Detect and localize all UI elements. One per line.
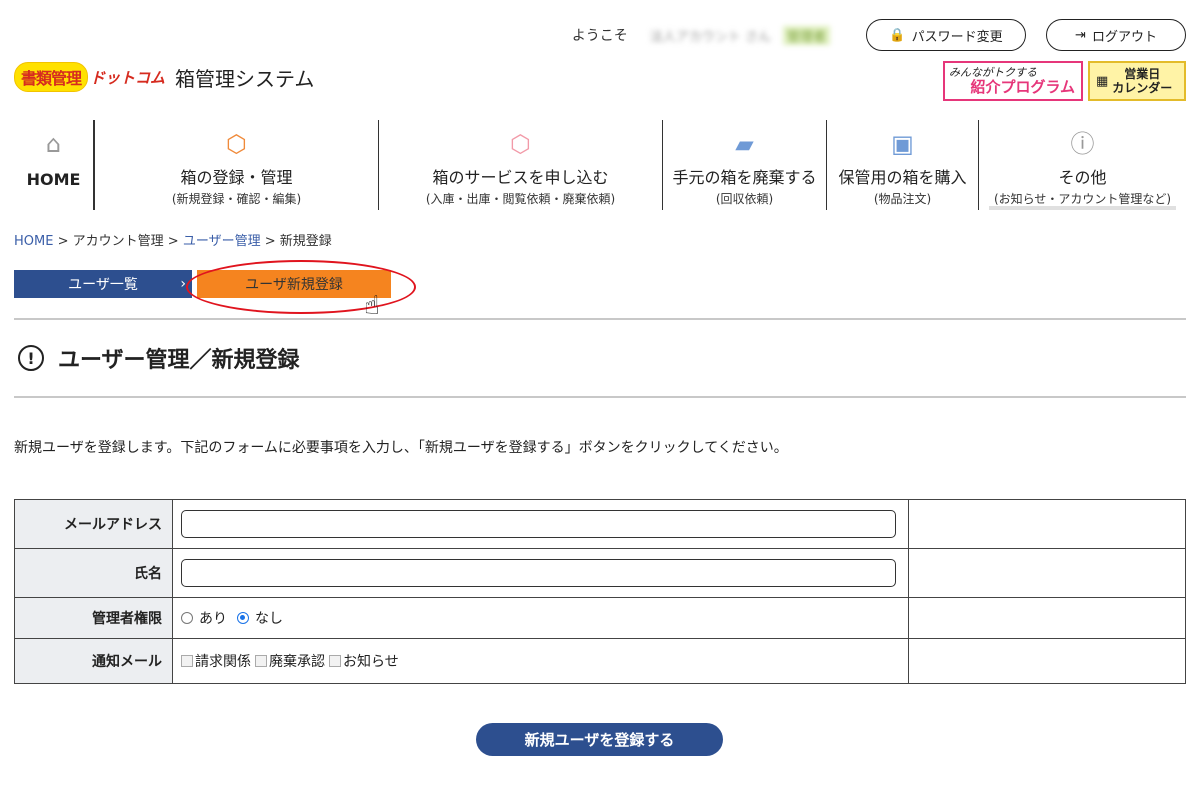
nav-item-title: 箱のサービスを申し込む bbox=[432, 168, 609, 187]
notify-check-group: 請求関係 廃棄承認 お知らせ bbox=[181, 651, 908, 671]
nav-item-title: その他 bbox=[1058, 168, 1107, 187]
breadcrumb-account: アカウント管理 bbox=[72, 234, 164, 249]
lock-icon: 🔒 bbox=[889, 27, 906, 43]
logo-dotcom: ドットコム bbox=[90, 68, 166, 87]
chevron-right-icon: › bbox=[180, 276, 186, 292]
tab-user-list[interactable]: ユーザ一覧 › bbox=[14, 270, 192, 298]
nav-other[interactable]: ⓘ その他 (お知らせ・アカウント管理など) bbox=[978, 120, 1186, 210]
breadcrumb-separator: > bbox=[167, 234, 179, 249]
site-logo[interactable]: 書類管理 ドットコム 箱管理システム bbox=[14, 62, 314, 92]
notify-disposal-label[interactable]: 廃棄承認 bbox=[269, 651, 325, 671]
notify-billing-checkbox[interactable] bbox=[181, 655, 193, 667]
page-title-text: ユーザー管理／新規登録 bbox=[58, 348, 300, 373]
nav-item-title: 保管用の箱を購入 bbox=[838, 168, 967, 187]
nav-box-service[interactable]: ⬡ 箱のサービスを申し込む (入庫・出庫・閲覧依頼・廃棄依頼) bbox=[378, 120, 662, 210]
email-field[interactable] bbox=[181, 510, 896, 538]
notify-news-label[interactable]: お知らせ bbox=[343, 651, 399, 671]
nav-home[interactable]: ⌂ HOME bbox=[14, 120, 94, 210]
notify-news-checkbox[interactable] bbox=[329, 655, 341, 667]
password-change-button[interactable]: 🔒 パスワード変更 bbox=[866, 19, 1026, 51]
global-nav: ⌂ HOME ⬡ 箱の登録・管理 (新規登録・確認・編集) ⬡ 箱のサービスを申… bbox=[14, 120, 1186, 210]
admin-yes-label[interactable]: あり bbox=[199, 608, 227, 628]
page-description: 新規ユーザを登録します。下記のフォームに必要事項を入力し、「新規ユーザを登録する… bbox=[14, 440, 788, 456]
logo-mark: 書類管理 bbox=[14, 62, 89, 92]
nav-item-sub: (物品注文) bbox=[873, 192, 932, 206]
nav-home-label: HOME bbox=[26, 170, 81, 189]
breadcrumb-home[interactable]: HOME bbox=[14, 234, 53, 249]
pointer-hand-icon: ☝ bbox=[364, 291, 380, 321]
role-badge: 管理者 bbox=[782, 25, 830, 45]
breadcrumb: HOME > アカウント管理 > ユーザー管理 > 新規登録 bbox=[14, 230, 332, 249]
admin-yes-radio[interactable] bbox=[181, 612, 193, 624]
nav-item-title: 箱の登録・管理 bbox=[180, 168, 293, 187]
tab-user-list-label: ユーザ一覧 bbox=[68, 277, 138, 293]
nav-item-sub: (新規登録・確認・編集) bbox=[171, 192, 302, 206]
divider bbox=[14, 318, 1186, 320]
system-name: 箱管理システム bbox=[175, 66, 315, 91]
logout-icon: ⇥ bbox=[1075, 27, 1086, 43]
divider bbox=[14, 396, 1186, 398]
logout-label: ログアウト bbox=[1091, 29, 1157, 45]
calendar-line2: カレンダー bbox=[1112, 81, 1173, 95]
nav-item-sub: (入庫・出庫・閲覧依頼・廃棄依頼) bbox=[425, 192, 616, 206]
admin-label: 管理者権限 bbox=[14, 597, 173, 639]
notify-disposal-checkbox[interactable] bbox=[255, 655, 267, 667]
account-name: 法人アカウント さん bbox=[649, 29, 771, 45]
nav-item-sub: (お知らせ・アカウント管理など) bbox=[993, 192, 1172, 206]
register-user-button[interactable]: 新規ユーザを登録する bbox=[476, 723, 723, 756]
nav-box-disposal[interactable]: ▰ 手元の箱を廃棄する (回収依頼) bbox=[662, 120, 826, 210]
name-field[interactable] bbox=[181, 559, 896, 587]
info-icon: ⓘ bbox=[1070, 130, 1095, 158]
user-registration-form: メールアドレス 氏名 管理者権限 あり なし 通知メール 請求関係 廃棄承認 お… bbox=[14, 499, 1186, 684]
form-row-notify: 通知メール 請求関係 廃棄承認 お知らせ bbox=[14, 638, 1186, 684]
name-label: 氏名 bbox=[14, 548, 173, 598]
home-icon: ⌂ bbox=[45, 130, 62, 158]
breadcrumb-current: 新規登録 bbox=[279, 234, 332, 249]
welcome-text: ようこそ bbox=[571, 28, 628, 44]
admin-no-label[interactable]: なし bbox=[255, 608, 283, 628]
form-row-name: 氏名 bbox=[14, 548, 1186, 598]
header-account-bar: ようこそ 法人アカウント さん 管理者 🔒 パスワード変更 ⇥ ログアウト bbox=[572, 18, 1186, 52]
nav-box-management[interactable]: ⬡ 箱の登録・管理 (新規登録・確認・編集) bbox=[94, 120, 378, 210]
admin-no-radio[interactable] bbox=[237, 612, 249, 624]
logout-button[interactable]: ⇥ ログアウト bbox=[1046, 19, 1186, 51]
box-service-icon: ⬡ bbox=[510, 130, 531, 158]
highlight-circle bbox=[186, 260, 416, 314]
email-label: メールアドレス bbox=[14, 499, 173, 549]
truck-icon: ▰ bbox=[735, 130, 754, 158]
breadcrumb-separator: > bbox=[264, 234, 276, 249]
promo-big-text: 紹介プログラム bbox=[970, 78, 1075, 96]
nav-item-sub: (回収依頼) bbox=[715, 192, 774, 206]
admin-radio-group: あり なし bbox=[181, 608, 908, 628]
password-change-label: パスワード変更 bbox=[911, 29, 1003, 45]
notify-billing-label[interactable]: 請求関係 bbox=[195, 651, 251, 671]
business-calendar-button[interactable]: ▦ 営業日 カレンダー bbox=[1088, 61, 1186, 101]
calendar-line1: 営業日 bbox=[1124, 67, 1161, 81]
form-row-email: メールアドレス bbox=[14, 499, 1186, 549]
referral-program-banner[interactable]: みんながトクする 紹介プログラム bbox=[943, 61, 1083, 101]
page-title: ! ユーザー管理／新規登録 bbox=[18, 342, 300, 374]
breadcrumb-separator: > bbox=[57, 234, 69, 249]
notify-label: 通知メール bbox=[14, 638, 173, 684]
form-row-admin: 管理者権限 あり なし bbox=[14, 597, 1186, 639]
box-icon: ⬡ bbox=[226, 130, 247, 158]
exclamation-icon: ! bbox=[18, 345, 44, 371]
calendar-icon: ▦ bbox=[1096, 73, 1109, 89]
nav-box-purchase[interactable]: ▣ 保管用の箱を購入 (物品注文) bbox=[826, 120, 978, 210]
nav-item-title: 手元の箱を廃棄する bbox=[672, 168, 817, 187]
breadcrumb-users[interactable]: ユーザー管理 bbox=[183, 234, 261, 249]
box-purchase-icon: ▣ bbox=[891, 130, 914, 158]
